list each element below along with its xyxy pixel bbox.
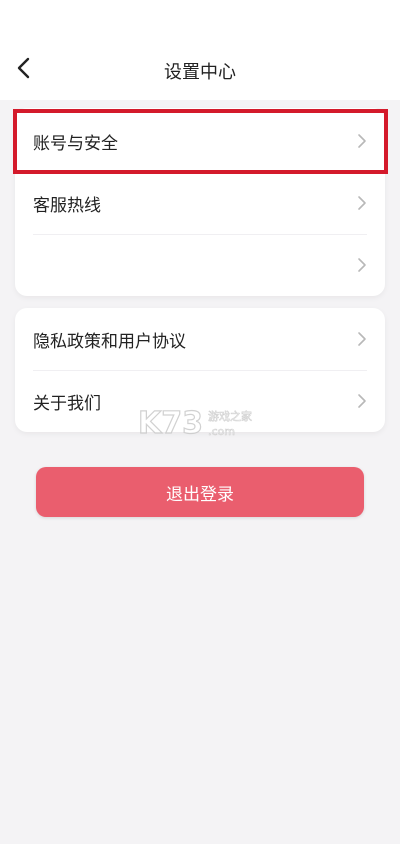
chevron-right-icon	[358, 332, 366, 346]
chevron-right-icon	[358, 196, 366, 210]
svg-text:K73: K73	[138, 406, 203, 440]
logout-label: 退出登录	[166, 484, 234, 505]
privacy-policy-item[interactable]: 隐私政策和用户协议	[15, 308, 385, 370]
privacy-policy-label: 隐私政策和用户协议	[33, 331, 186, 352]
page-title: 设置中心	[164, 62, 236, 83]
about-us-label: 关于我们	[33, 393, 101, 414]
k73-watermark-logo: K73 游戏之家 .com	[138, 405, 252, 440]
highlight-annotation-box	[13, 109, 388, 174]
customer-hotline-label: 客服热线	[33, 195, 101, 216]
logout-button[interactable]: 退出登录	[36, 467, 364, 517]
hidden-settings-item[interactable]	[15, 234, 385, 296]
top-bar: 设置中心	[0, 0, 400, 100]
svg-text:游戏之家: 游戏之家	[208, 409, 252, 423]
chevron-right-icon	[358, 258, 366, 272]
chevron-right-icon	[358, 394, 366, 408]
customer-hotline-item[interactable]: 客服热线	[15, 172, 385, 234]
svg-text:.com: .com	[208, 425, 235, 438]
